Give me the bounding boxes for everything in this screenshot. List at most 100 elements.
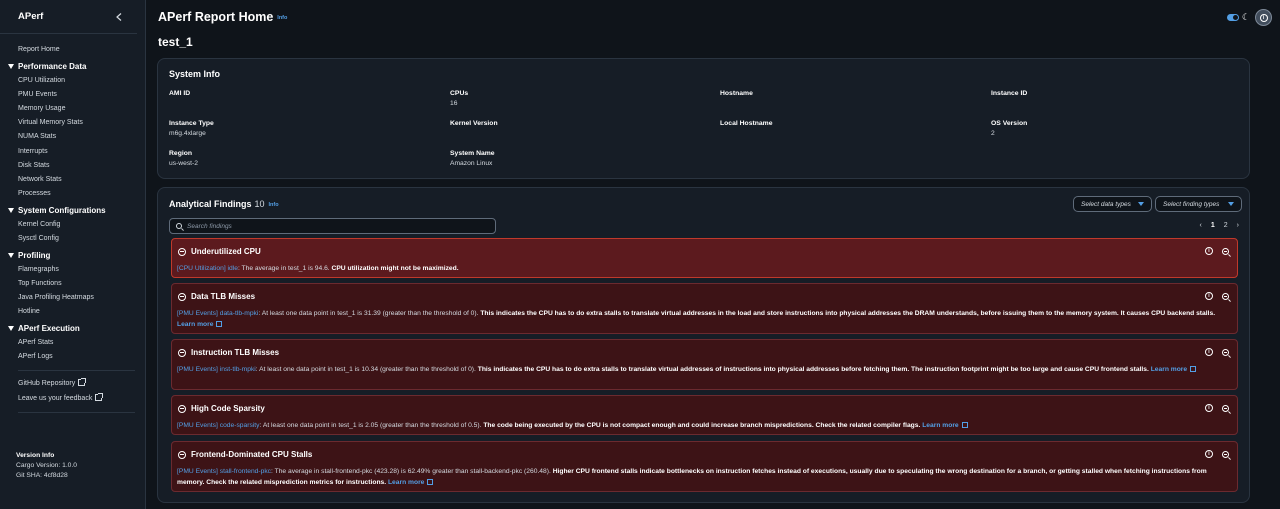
finding-description: [PMU Events] code-sparsity: At least one… [177, 420, 1223, 431]
sidebar-item-cpu-utilization[interactable]: CPU Utilization [0, 74, 145, 88]
field-local-hostname: Local Hostname [720, 120, 773, 127]
finding-card-frontend-dominated-cpu-stalls[interactable]: Frontend-Dominated CPU Stalls i [PMU Eve… [171, 441, 1238, 492]
findings-count: 10 [254, 199, 265, 209]
dropdown-triangle-icon [1228, 202, 1234, 206]
finding-card-instruction-tlb-misses[interactable]: Instruction TLB Misses i [PMU Events] in… [171, 339, 1238, 390]
sidebar-section-aperf-execution[interactable]: APerf Execution [0, 322, 145, 337]
app-title: APerf [18, 11, 44, 22]
zoom-in-icon[interactable] [1222, 348, 1229, 356]
finding-description: [PMU Events] inst-tlb-mpki: At least one… [177, 364, 1223, 375]
field-kernel-version: Kernel Version [450, 120, 498, 127]
data-types-select[interactable]: Select data types [1073, 196, 1152, 212]
sidebar-item-aperf-stats[interactable]: APerf Stats [0, 336, 145, 350]
minus-circle-icon [178, 348, 186, 357]
learn-more-link[interactable]: Learn more [388, 479, 424, 486]
page-2[interactable]: 2 [1224, 222, 1228, 229]
external-link-icon [1190, 366, 1197, 372]
info-icon[interactable]: i [1205, 292, 1213, 300]
zoom-in-icon[interactable] [1222, 247, 1229, 255]
version-heading: Version Info [16, 452, 55, 459]
external-link-icon [427, 479, 434, 485]
sidebar: APerf Report Home Performance Data CPU U… [0, 0, 146, 509]
findings-panel: Analytical Findings 10 Info Select data ty… [157, 187, 1250, 503]
sidebar-item-hotline[interactable]: Hotline [0, 305, 145, 319]
external-link-icon [95, 392, 104, 401]
search-input[interactable] [187, 222, 477, 230]
info-link[interactable]: Info [269, 202, 279, 208]
system-info-panel: System Info AMI ID CPUs 16 Hostname Insta… [157, 58, 1250, 179]
sidebar-section-performance-data[interactable]: Performance Data [0, 59, 145, 74]
github-repository-link[interactable]: GitHub Repository [0, 377, 145, 391]
prev-page-icon[interactable]: ‹ [1200, 222, 1202, 229]
finding-card-high-code-sparsity[interactable]: High Code Sparsity i [PMU Events] code-s… [171, 395, 1238, 435]
sidebar-section-system-configurations[interactable]: System Configurations [0, 203, 145, 218]
sidebar-item-aperf-logs[interactable]: APerf Logs [0, 350, 145, 364]
zoom-in-icon[interactable] [1222, 450, 1229, 458]
findings-title: Analytical Findings 10 Info [169, 199, 279, 209]
version-info: Version Info Cargo Version: 1.0.0 Git SH… [16, 451, 77, 481]
sidebar-item-sysctl-config[interactable]: Sysctl Config [0, 232, 145, 246]
sidebar-item-processes[interactable]: Processes [0, 187, 145, 201]
finding-card-data-tlb-misses[interactable]: Data TLB Misses i [PMU Events] data-tlb-… [171, 283, 1238, 334]
pagination: ‹ 1 2 › [1191, 222, 1240, 229]
zoom-in-icon[interactable] [1222, 292, 1229, 300]
field-cpus: CPUs 16 [450, 90, 469, 107]
sidebar-item-java-profiling-heatmaps[interactable]: Java Profiling Heatmaps [0, 291, 145, 305]
zoom-in-icon[interactable] [1222, 404, 1229, 412]
external-link-icon [961, 422, 968, 428]
divider [18, 370, 135, 372]
caret-down-icon [8, 63, 14, 69]
sidebar-item-report-home[interactable]: Report Home [0, 43, 145, 57]
git-sha: Git SHA: 4cf8d28 [16, 472, 68, 479]
next-page-icon[interactable]: › [1237, 222, 1239, 229]
sidebar-item-memory-usage[interactable]: Memory Usage [0, 102, 145, 116]
help-button[interactable]: i [1255, 9, 1272, 26]
learn-more-link[interactable]: Learn more [1151, 366, 1187, 373]
info-icon[interactable]: i [1205, 348, 1213, 356]
caret-down-icon [8, 208, 14, 214]
info-icon: i [1259, 13, 1268, 22]
sidebar-item-virtual-memory-stats[interactable]: Virtual Memory Stats [0, 116, 145, 130]
run-title: test_1 [158, 35, 193, 49]
sidebar-item-numa-stats[interactable]: NUMA Stats [0, 130, 145, 144]
feedback-link[interactable]: Leave us your feedback [0, 392, 145, 406]
caret-down-icon [8, 326, 14, 332]
page-1[interactable]: 1 [1211, 222, 1215, 229]
finding-title: Underutilized CPU [191, 247, 261, 256]
finding-title: Frontend-Dominated CPU Stalls [191, 450, 313, 459]
sidebar-section-profiling[interactable]: Profiling [0, 248, 145, 263]
field-ami-id: AMI ID [169, 90, 191, 97]
caret-down-icon [8, 253, 14, 258]
sidebar-item-pmu-events[interactable]: PMU Events [0, 88, 145, 102]
moon-icon: ☾ [1241, 12, 1250, 22]
cargo-version: Cargo Version: 1.0.0 [16, 462, 77, 469]
finding-title: High Code Sparsity [191, 404, 265, 413]
learn-more-link[interactable]: Learn more [922, 422, 958, 429]
external-link-icon [78, 378, 87, 387]
divider [18, 411, 135, 413]
info-icon[interactable]: i [1205, 450, 1213, 458]
dark-mode-toggle[interactable] [1226, 14, 1239, 21]
info-icon[interactable]: i [1205, 404, 1213, 412]
external-link-icon [216, 321, 223, 327]
page-title: APerf Report Home Info [158, 10, 288, 24]
sidebar-item-interrupts[interactable]: Interrupts [0, 145, 145, 159]
finding-card-underutilized-cpu[interactable]: Underutilized CPU i [CPU Utilization] id… [171, 238, 1238, 278]
sidebar-item-network-stats[interactable]: Network Stats [0, 173, 145, 187]
dropdown-triangle-icon [1138, 202, 1144, 206]
field-instance-type: Instance Type m6g.4xlarge [169, 120, 214, 137]
sidebar-header: APerf [0, 0, 137, 34]
learn-more-link[interactable]: Learn more [177, 321, 213, 328]
finding-types-select[interactable]: Select finding types [1155, 196, 1242, 212]
field-hostname: Hostname [720, 90, 753, 97]
info-link[interactable]: Info [277, 15, 287, 21]
sidebar-item-flamegraphs[interactable]: Flamegraphs [0, 263, 145, 277]
minus-circle-icon [178, 292, 186, 301]
sidebar-item-kernel-config[interactable]: Kernel Config [0, 218, 145, 232]
field-os-version: OS Version 2 [991, 120, 1028, 137]
search-box [169, 218, 496, 234]
sidebar-item-disk-stats[interactable]: Disk Stats [0, 159, 145, 173]
sidebar-item-top-functions[interactable]: Top Functions [0, 277, 145, 291]
info-icon[interactable]: i [1205, 247, 1213, 255]
collapse-sidebar-icon[interactable] [114, 12, 124, 22]
